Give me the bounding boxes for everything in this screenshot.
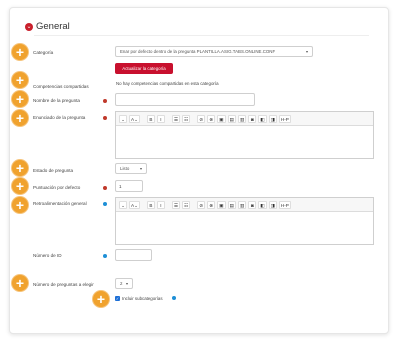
default-mark-input[interactable]: 1 xyxy=(115,180,143,192)
toolbar-button[interactable]: ☰ xyxy=(171,200,181,209)
toolbar-button[interactable]: ⌄ xyxy=(119,200,127,209)
toolbar-button[interactable]: ☷ xyxy=(182,114,191,123)
add-marker-icon[interactable]: + xyxy=(12,91,28,107)
required-icon xyxy=(103,99,107,103)
section-divider xyxy=(34,35,369,36)
add-marker-icon[interactable]: + xyxy=(12,44,28,60)
toolbar-button[interactable]: I xyxy=(156,114,165,123)
question-text-editor[interactable]: ⌄ A⌄ B I ☰ ☷ ⊘ ⊗ ▣ ▤ ▥ ◙ ◧ ◨ H-P xyxy=(115,111,374,159)
add-marker-icon[interactable]: + xyxy=(12,72,28,88)
question-name-input[interactable] xyxy=(115,93,255,106)
required-icon xyxy=(103,116,107,120)
question-status-select[interactable]: Listo ▾ xyxy=(115,163,147,174)
competencies-value: No hay competencias compartidas en esta … xyxy=(116,81,219,86)
toolbar-button[interactable]: ▤ xyxy=(227,200,236,209)
toolbar-button[interactable]: H-P xyxy=(278,200,291,209)
toolbar-button[interactable]: ⊘ xyxy=(197,114,206,123)
update-category-button[interactable]: Actualizar la categoría xyxy=(115,63,173,74)
add-marker-icon[interactable]: + xyxy=(12,178,28,194)
caret-down-icon: ▾ xyxy=(139,166,142,171)
toolbar-button[interactable]: ▣ xyxy=(217,200,226,209)
toolbar-button[interactable]: I xyxy=(156,200,165,209)
toolbar-button[interactable]: ◧ xyxy=(258,200,267,209)
toolbar-button[interactable]: ⊗ xyxy=(207,200,216,209)
default-mark-label: Puntuación por defecto xyxy=(33,185,81,190)
question-status-value: Listo xyxy=(120,166,130,171)
add-marker-icon[interactable]: + xyxy=(12,110,28,126)
toolbar-button[interactable]: ◙ xyxy=(248,200,257,209)
toolbar-button[interactable]: A⌄ xyxy=(129,114,140,123)
toolbar-button[interactable]: ⌄ xyxy=(119,114,127,123)
toolbar-button[interactable]: ◙ xyxy=(248,114,257,123)
category-select-value: Enar por defecto dentro de la pregunta P… xyxy=(120,49,276,54)
caret-down-icon: ▾ xyxy=(305,49,308,54)
include-subcategories-checkbox[interactable]: ✓ xyxy=(115,296,120,301)
choices-select[interactable]: 2 ▾ xyxy=(115,278,133,289)
add-marker-icon[interactable]: + xyxy=(12,275,28,291)
section-header[interactable]: ⌄ General xyxy=(25,21,70,32)
toolbar-button[interactable]: ▥ xyxy=(237,114,247,123)
editor-toolbar: ⌄ A⌄ B I ☰ ☷ ⊘ ⊗ ▣ ▤ ▥ ◙ ◧ ◨ H-P xyxy=(116,198,373,212)
toolbar-button[interactable]: ▣ xyxy=(217,114,226,123)
toolbar-button[interactable]: ◨ xyxy=(268,114,277,123)
toolbar-button[interactable]: ▤ xyxy=(227,114,236,123)
chevron-down-icon[interactable]: ⌄ xyxy=(25,22,33,31)
id-number-input[interactable] xyxy=(115,249,152,261)
toolbar-button[interactable]: B xyxy=(146,200,155,209)
toolbar-button[interactable]: B xyxy=(146,114,155,123)
required-icon xyxy=(103,186,107,190)
add-marker-icon[interactable]: + xyxy=(93,291,109,307)
question-status-label: Estado de pregunta xyxy=(33,168,74,173)
competencies-label: Competencias compartidas xyxy=(33,84,89,89)
help-icon[interactable] xyxy=(103,254,107,258)
toolbar-button[interactable]: ⊗ xyxy=(207,114,216,123)
question-name-label: Nombre de la pregunta xyxy=(33,98,80,103)
toolbar-button[interactable]: ☷ xyxy=(182,200,191,209)
category-select[interactable]: Enar por defecto dentro de la pregunta P… xyxy=(115,46,313,57)
section-title: General xyxy=(36,21,70,32)
category-label: Categoría xyxy=(33,50,54,55)
toolbar-button[interactable]: ◧ xyxy=(258,114,267,123)
id-number-label: Número de ID xyxy=(33,253,62,258)
editor-toolbar: ⌄ A⌄ B I ☰ ☷ ⊘ ⊗ ▣ ▤ ▥ ◙ ◧ ◨ H-P xyxy=(116,112,373,126)
toolbar-button[interactable]: ⊘ xyxy=(197,200,206,209)
toolbar-button[interactable]: A⌄ xyxy=(129,200,140,209)
help-icon[interactable] xyxy=(172,296,176,300)
help-icon[interactable] xyxy=(103,202,107,206)
add-marker-icon[interactable]: + xyxy=(12,197,28,213)
question-text-label: Enunciado de la pregunta xyxy=(33,115,86,120)
toolbar-button[interactable]: H-P xyxy=(278,114,291,123)
toolbar-button[interactable]: ☰ xyxy=(171,114,181,123)
toolbar-button[interactable]: ◨ xyxy=(268,200,277,209)
add-marker-icon[interactable]: + xyxy=(12,160,28,176)
include-subcategories-label: Incluir subcategorías xyxy=(122,296,163,301)
caret-down-icon: ▾ xyxy=(125,281,128,286)
choices-label: Número de preguntas a elegir xyxy=(33,282,94,287)
toolbar-button[interactable]: ▥ xyxy=(237,200,247,209)
general-feedback-editor[interactable]: ⌄ A⌄ B I ☰ ☷ ⊘ ⊗ ▣ ▤ ▥ ◙ ◧ ◨ H-P xyxy=(115,197,374,245)
general-feedback-label: Retroalimentación general xyxy=(33,201,87,206)
choices-value: 2 xyxy=(120,281,123,286)
